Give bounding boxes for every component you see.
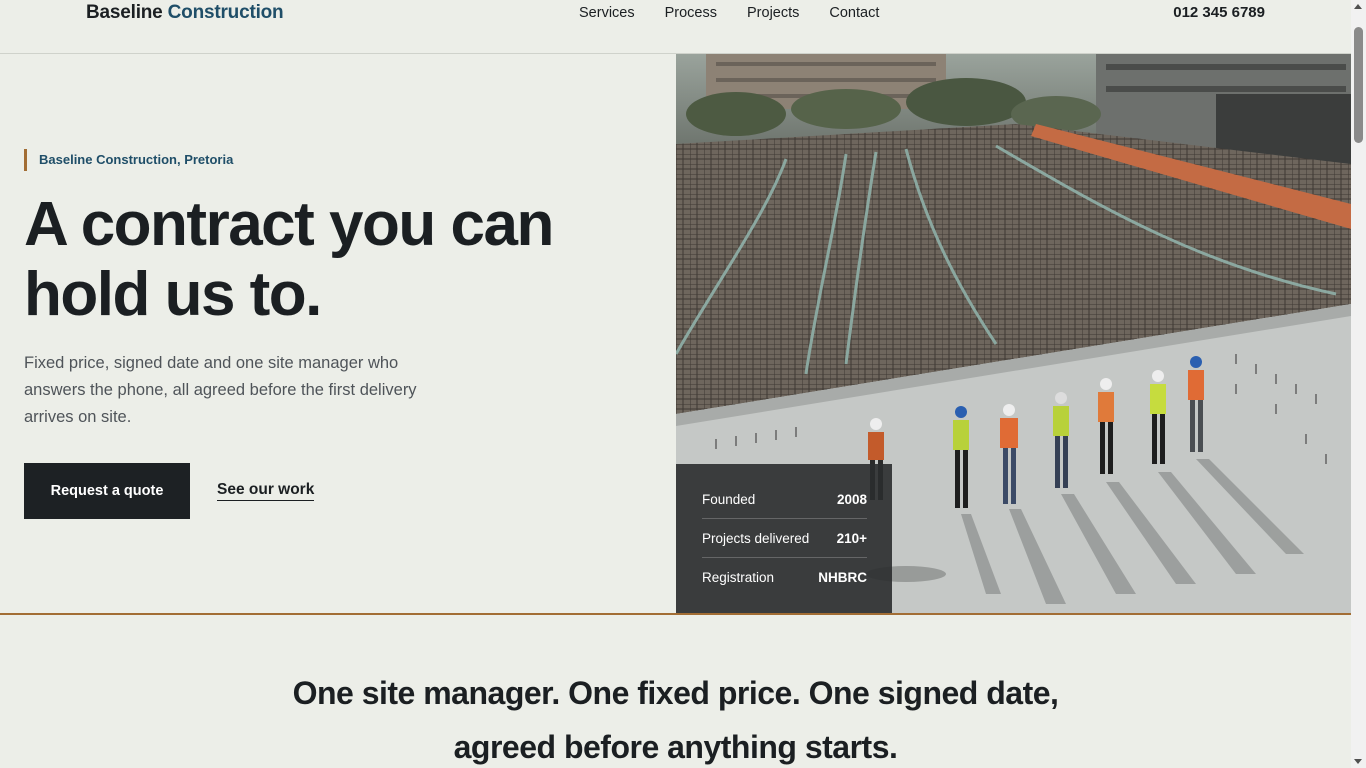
stat-row-registration: Registration NHBRC — [702, 558, 867, 597]
stat-label: Registration — [702, 570, 775, 585]
nav-link-contact[interactable]: Contact — [829, 5, 879, 21]
phone-link[interactable]: 012 345 6789 — [1173, 4, 1265, 21]
see-our-work-link[interactable]: See our work — [217, 481, 315, 501]
stat-value: 2008 — [836, 491, 867, 507]
page-scrollbar[interactable] — [1351, 0, 1366, 768]
logo-word-baseline: Baseline — [86, 2, 163, 23]
scroll-down-arrow-icon[interactable] — [1354, 759, 1362, 764]
value-statement: One site manager. One fixed price. One s… — [0, 666, 1351, 768]
stat-value: 210+ — [836, 530, 867, 546]
value-statement-line-1: One site manager. One fixed price. One s… — [292, 675, 1059, 711]
stat-row-founded: Founded 2008 — [702, 480, 867, 519]
hero-eyebrow: Baseline Construction, Pretoria — [24, 149, 233, 171]
nav-link-projects[interactable]: Projects — [747, 5, 799, 21]
scrollbar-thumb[interactable] — [1354, 27, 1363, 143]
request-quote-button[interactable]: Request a quote — [24, 463, 190, 519]
scroll-up-arrow-icon[interactable] — [1354, 4, 1362, 9]
site-logo[interactable]: Baseline Construction — [86, 2, 284, 24]
stat-value: NHBRC — [818, 570, 867, 585]
hero-lede: Fixed price, signed date and one site ma… — [24, 354, 417, 426]
stat-row-projects-delivered: Projects delivered 210+ — [702, 519, 867, 558]
hero-divider — [0, 613, 1351, 615]
nav-link-services[interactable]: Services — [579, 5, 635, 21]
stat-label: Founded — [702, 491, 756, 507]
site-header: Baseline Construction Services Process P… — [0, 0, 1351, 54]
hero-headline: A contract you can hold us to. — [24, 190, 554, 329]
company-stats-panel: Founded 2008 Projects delivered 210+ Reg… — [676, 464, 892, 614]
value-statement-line-2: agreed before anything starts. — [453, 729, 898, 765]
logo-word-construction: Construction — [167, 2, 284, 23]
stat-label: Projects delivered — [702, 530, 810, 546]
nav-link-process[interactable]: Process — [665, 5, 717, 21]
main-nav: Services Process Projects Contact — [579, 5, 879, 21]
